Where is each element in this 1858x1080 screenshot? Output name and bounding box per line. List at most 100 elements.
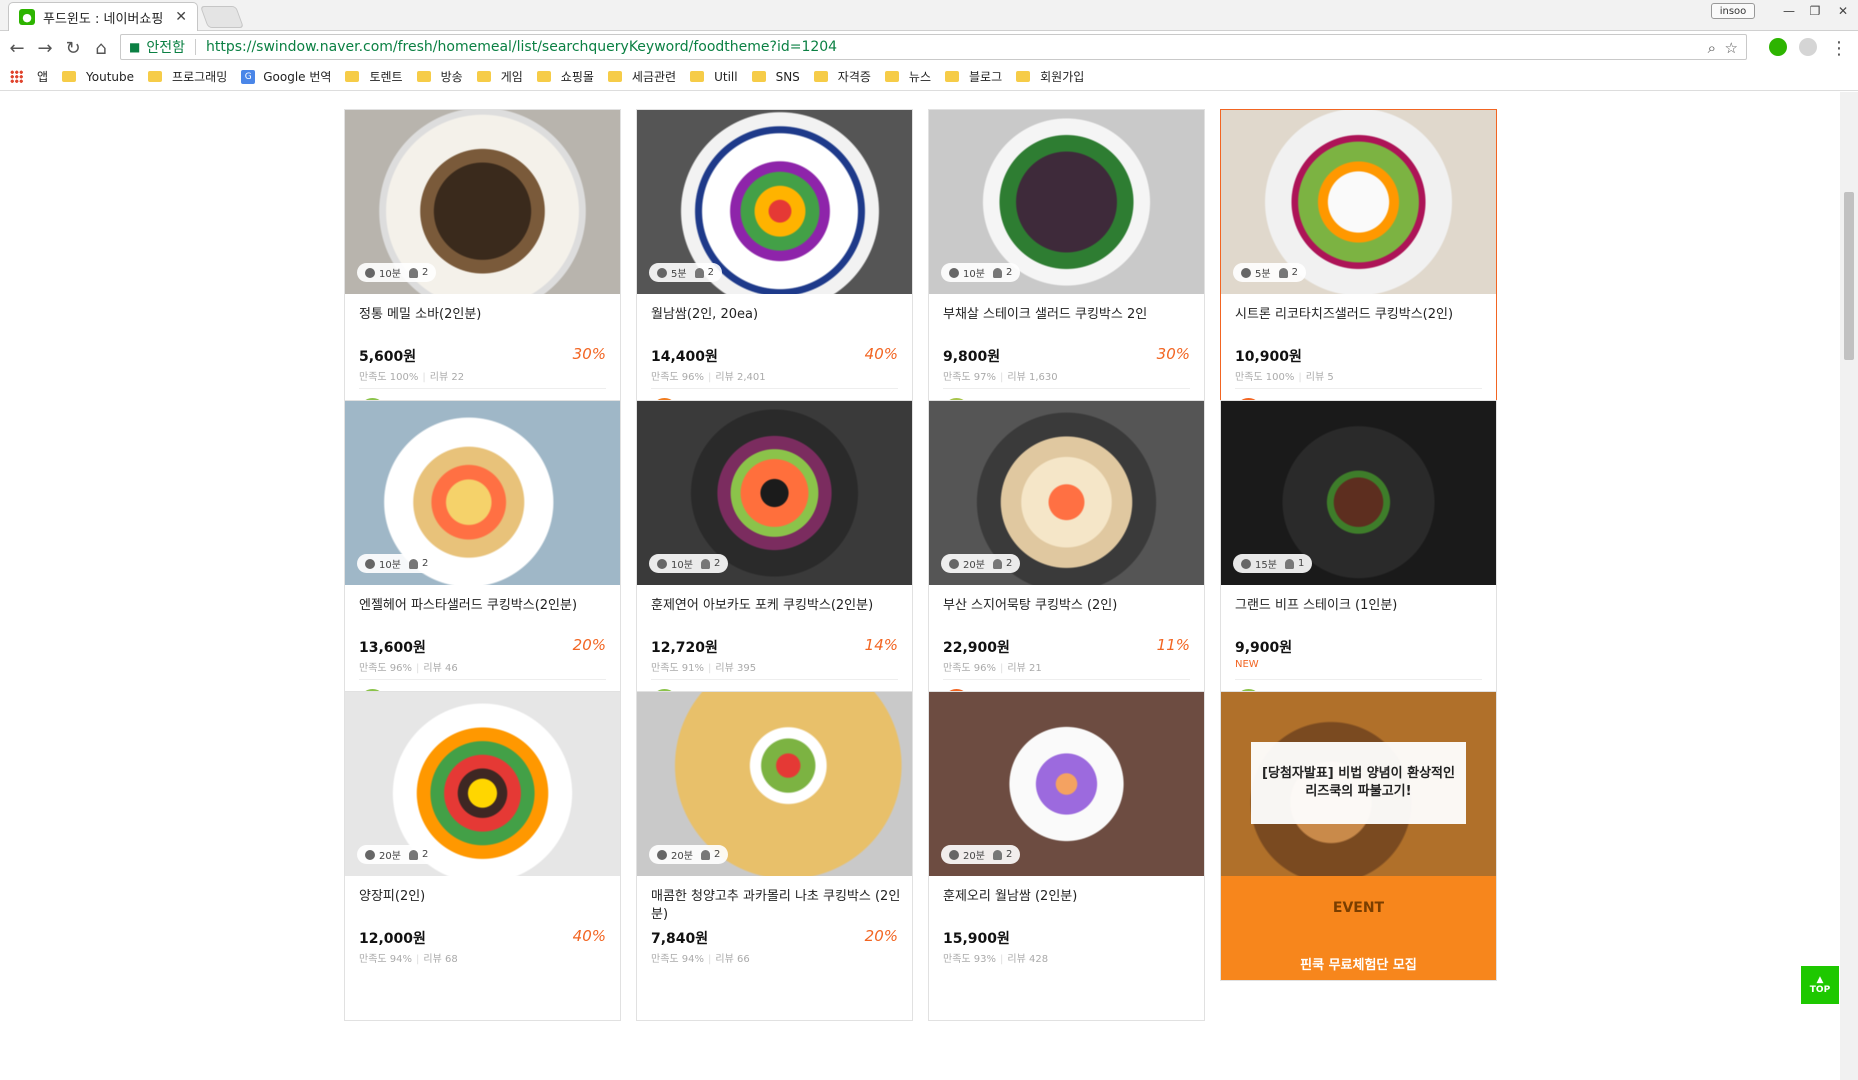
stats-divider: | [708, 663, 712, 674]
product-price: 9,800원 [943, 349, 1001, 365]
product-image[interactable]: 20분 2 [929, 401, 1204, 585]
close-window-icon[interactable]: ✕ [1830, 2, 1856, 20]
folder-icon [148, 71, 163, 82]
product-stats: 만족도 97% | 리뷰 1,630 [943, 368, 1058, 383]
product-image[interactable]: 10분 2 [345, 401, 620, 585]
bookmark-item[interactable]: 회원가입 [1016, 68, 1084, 85]
cloud-extension-icon[interactable] [1799, 38, 1817, 56]
bookmark-star-icon[interactable]: ☆ [1725, 39, 1738, 57]
bookmark-item[interactable]: Youtube [62, 70, 134, 84]
bookmark-item[interactable]: 뉴스 [884, 68, 931, 85]
product-image[interactable]: 20분 2 [637, 692, 912, 876]
bookmark-item[interactable]: 게임 [476, 68, 523, 85]
product-image[interactable]: 20분 2 [929, 692, 1204, 876]
bookmark-item[interactable]: 세금관련 [607, 68, 676, 85]
product-card[interactable]: 10분 2 엔젤헤어 파스타샐러드 쿠킹박스(2인분) 13,600원 20% 만족도 9… [344, 400, 621, 730]
product-title[interactable]: 정통 메밀 소바(2인분) [359, 306, 609, 324]
product-image[interactable]: 10분 2 [929, 110, 1204, 294]
scrollbar-thumb[interactable] [1844, 192, 1854, 360]
discount-rate: 11% [1156, 636, 1190, 654]
product-card[interactable]: 10분 2 정통 메밀 소바(2인분) 5,600원 30% 만족도 100% | 리뷰 22… [344, 109, 621, 439]
product-price: 7,840원 [651, 931, 709, 947]
discount-rate: 40% [864, 345, 898, 363]
product-title[interactable]: 시트론 리코타치즈샐러드 쿠킹박스(2인) [1235, 306, 1485, 324]
cook-time: 20분 [671, 851, 693, 862]
product-card[interactable]: 20분 2 훈제오리 월남쌈 (2인분) 15,900원 만족도 93% | 리뷰 428 [928, 691, 1205, 1021]
bookmark-item[interactable]: 자격증 [813, 68, 871, 85]
person-icon [1278, 267, 1288, 278]
browser-toolbar: ← → ↻ ⌂ ■ 안전함 https://swindow.naver.com/… [0, 31, 1858, 63]
product-card[interactable]: 10분 2 훈제연어 아보카도 포케 쿠킹박스(2인분) 12,720원 14% 만족도 … [636, 400, 913, 730]
extension-icon[interactable] [1769, 38, 1787, 56]
apps-grid-icon [10, 70, 23, 83]
new-tab-button[interactable] [199, 6, 245, 28]
product-card[interactable]: 5분 2 월남쌈(2인, 20ea) 14,400원 40% 만족도 96% | 리뷰 2,4… [636, 109, 913, 439]
folder-icon [945, 71, 960, 82]
event-banner[interactable]: [당첨자발표] 비법 양념이 환상적인 리즈쿡의 파불고기! EVENT 핀쿡 무료… [1220, 691, 1497, 981]
bookmark-item[interactable]: G Google 번역 [241, 68, 331, 85]
product-card[interactable]: 5분 2 시트론 리코타치즈샐러드 쿠킹박스(2인) 10,900원 만족도 100% |… [1220, 109, 1497, 439]
card-divider [359, 388, 606, 389]
product-stats: 만족도 96% | 리뷰 21 [943, 659, 1042, 674]
product-image[interactable]: 10분 2 [345, 110, 620, 294]
product-card[interactable]: 20분 2 매콤한 청양고추 과카몰리 나초 쿠킹박스 (2인분) 7,840원 20%… [636, 691, 913, 1021]
bookmark-item[interactable]: 블로그 [945, 68, 1002, 85]
review-count: 리뷰 68 [423, 954, 458, 965]
stats-divider: | [416, 954, 420, 965]
restore-icon[interactable]: ❐ [1802, 2, 1828, 20]
product-title[interactable]: 양장피(2인) [359, 888, 609, 906]
browser-tab[interactable]: ● 푸드윈도 : 네이버쇼핑 ✕ [8, 2, 198, 31]
bookmark-item[interactable]: 프로그래밍 [148, 68, 227, 85]
bookmark-item[interactable]: SNS [751, 70, 800, 84]
menu-kebab-icon[interactable]: ⋮ [1828, 37, 1850, 59]
back-arrow-icon[interactable]: ← [6, 37, 28, 59]
url-text[interactable]: https://swindow.naver.com/fresh/homemeal… [206, 39, 837, 55]
product-title[interactable]: 그랜드 비프 스테이크 (1인분) [1235, 597, 1485, 615]
event-subtitle: 핀쿡 무료체험단 모집 [1300, 958, 1417, 973]
cook-time-badge: 10분 2 [649, 554, 729, 573]
profile-badge[interactable]: insoo [1711, 3, 1755, 19]
product-title[interactable]: 매콤한 청양고추 과카몰리 나초 쿠킹박스 (2인분) [651, 888, 901, 924]
scroll-top-button[interactable]: ▲ TOP [1801, 966, 1839, 1004]
bookmark-item[interactable]: 방송 [416, 68, 463, 85]
product-image[interactable]: 20분 2 [345, 692, 620, 876]
product-title[interactable]: 월남쌈(2인, 20ea) [651, 306, 901, 324]
product-image[interactable]: 5분 2 [1221, 110, 1496, 294]
page-scrollbar[interactable] [1840, 92, 1858, 1080]
discount-rate: 30% [572, 345, 606, 363]
bookmark-item[interactable]: 쇼핑몰 [536, 68, 594, 85]
forward-arrow-icon[interactable]: → [34, 37, 56, 59]
product-title[interactable]: 부채살 스테이크 샐러드 쿠킹박스 2인 [943, 306, 1193, 324]
product-title[interactable]: 훈제오리 월남쌈 (2인분) [943, 888, 1193, 906]
product-card[interactable]: 20분 2 양장피(2인) 12,000원 40% 만족도 94% | 리뷰 68 [344, 691, 621, 1021]
clock-icon [1241, 558, 1251, 569]
zoom-search-icon[interactable]: ⌕ [1708, 39, 1716, 57]
product-image[interactable]: 10분 2 [637, 401, 912, 585]
discount-rate: 30% [1156, 345, 1190, 363]
review-count: 리뷰 428 [1007, 954, 1049, 965]
minimize-icon[interactable]: — [1776, 2, 1802, 20]
bookmark-item[interactable]: 토렌트 [345, 68, 403, 85]
bookmark-apps[interactable]: 앱 [10, 68, 48, 85]
home-icon[interactable]: ⌂ [90, 37, 112, 59]
bookmark-item[interactable]: Utill [690, 70, 738, 84]
lock-icon: ■ [129, 40, 141, 54]
product-title[interactable]: 부산 스지어묵탕 쿠킹박스 (2인) [943, 597, 1193, 615]
card-divider [1235, 679, 1482, 680]
close-tab-icon[interactable]: ✕ [175, 9, 187, 25]
review-count: 리뷰 46 [423, 663, 458, 674]
product-image[interactable]: 15분 1 [1221, 401, 1496, 585]
product-title[interactable]: 훈제연어 아보카도 포케 쿠킹박스(2인분) [651, 597, 901, 615]
person-icon [694, 267, 704, 278]
reload-icon[interactable]: ↻ [62, 37, 84, 59]
product-price: 12,000원 [359, 931, 426, 947]
product-card[interactable]: 20분 2 부산 스지어묵탕 쿠킹박스 (2인) 22,900원 11% 만족도 96% |… [928, 400, 1205, 730]
product-card[interactable]: 10분 2 부채살 스테이크 샐러드 쿠킹박스 2인 9,800원 30% 만족도 97%… [928, 109, 1205, 439]
cook-time: 10분 [671, 560, 693, 571]
address-bar[interactable]: ■ 안전함 https://swindow.naver.com/fresh/ho… [120, 34, 1747, 60]
product-image[interactable]: 5분 2 [637, 110, 912, 294]
omnibox-separator [194, 39, 196, 55]
product-card[interactable]: 15분1그랜드 비프 스테이크 (1인분)9,900원NEWfresh easy… [1220, 400, 1497, 730]
satisfaction-rate: 만족도 94% [359, 954, 413, 965]
product-title[interactable]: 엔젤헤어 파스타샐러드 쿠킹박스(2인분) [359, 597, 609, 615]
